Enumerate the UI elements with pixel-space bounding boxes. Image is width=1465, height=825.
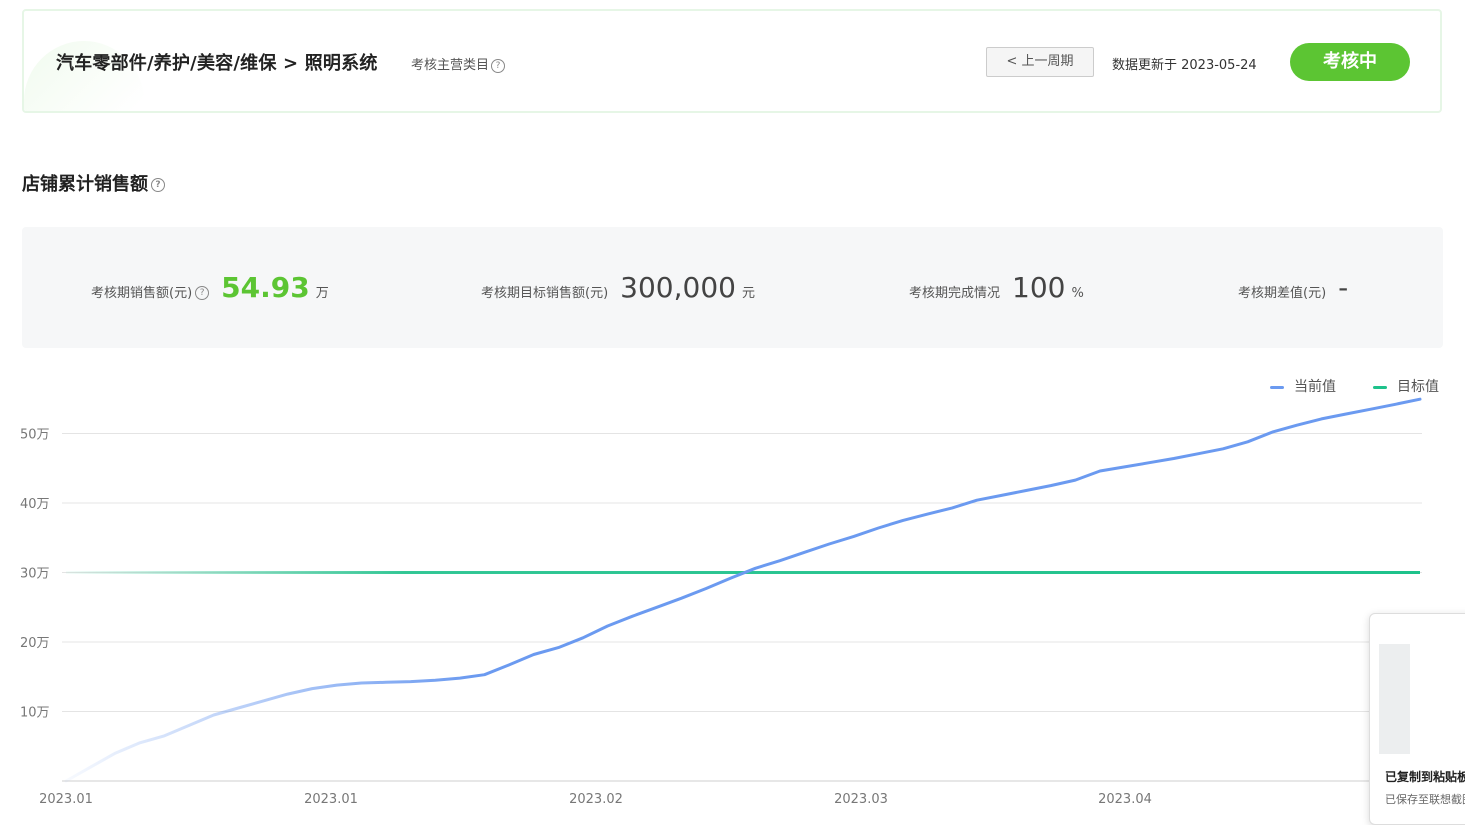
help-icon[interactable]: ?: [491, 58, 506, 73]
metric-completion-value: 100: [1012, 271, 1066, 304]
main-category-text: 考核主营类目: [411, 58, 490, 73]
y-tick-label: 10万: [20, 706, 50, 721]
x-tick-label: 2023.03: [834, 792, 888, 807]
metric-sales-unit: 万: [315, 286, 329, 301]
section-title-text: 店铺累计销售额: [22, 174, 148, 195]
toast-subtitle: 已保存至联想截图: [1385, 793, 1465, 806]
metric-difference: 考核期差值(元) -: [1238, 271, 1348, 304]
metric-completion-unit: %: [1071, 286, 1084, 301]
x-tick-label: 2023.01: [39, 792, 93, 807]
metric-sales-value: 54.93: [221, 271, 310, 304]
category-header-card: 汽车零部件/养护/美容/维保 > 照明系统 考核主营类目? < 上一周期 数据更…: [22, 9, 1442, 113]
metric-sales: 考核期销售额(元)? 54.93 万: [91, 271, 329, 304]
metric-difference-value: -: [1338, 271, 1349, 304]
assessment-status-button[interactable]: 考核中: [1290, 43, 1410, 81]
data-updated-text: 数据更新于 2023-05-24: [1112, 58, 1257, 73]
y-tick-label: 50万: [20, 428, 50, 443]
x-tick-label: 2023.02: [569, 792, 623, 807]
y-tick-label: 40万: [20, 497, 50, 512]
help-icon[interactable]: ?: [151, 178, 165, 192]
clipboard-toast[interactable]: 已复制到粘贴板 已保存至联想截图: [1369, 613, 1465, 825]
metric-completion-label: 考核期完成情况: [909, 286, 1001, 301]
toast-title: 已复制到粘贴板: [1385, 770, 1465, 784]
metrics-panel: 考核期销售额(元)? 54.93 万 考核期目标销售额(元) 300,000 元 考核期…: [22, 227, 1443, 348]
metric-target-value: 300,000: [620, 271, 736, 304]
previous-period-button[interactable]: < 上一周期: [986, 47, 1094, 77]
metric-target: 考核期目标销售额(元) 300,000 元: [481, 271, 755, 304]
x-tick-label: 2023.04: [1098, 792, 1152, 807]
help-icon[interactable]: ?: [195, 285, 210, 300]
current-value-line: [64, 397, 1422, 783]
metric-difference-label: 考核期差值(元): [1238, 286, 1327, 301]
y-tick-label: 30万: [20, 567, 50, 582]
x-tick-label: 2023.01: [304, 792, 358, 807]
category-breadcrumb: 汽车零部件/养护/美容/维保 > 照明系统: [56, 53, 378, 74]
sales-line-chart: 10万 20万 30万 40万 50万 2023.01 2023.01 2023.02 202…: [20, 397, 1422, 807]
metric-target-label: 考核期目标销售额(元): [481, 286, 609, 301]
main-category-label: 考核主营类目?: [411, 54, 506, 73]
y-tick-label: 20万: [20, 636, 50, 651]
metric-sales-label: 考核期销售额(元): [91, 286, 193, 301]
metric-target-unit: 元: [741, 286, 755, 301]
metric-completion: 考核期完成情况 100%: [909, 271, 1084, 304]
screenshot-thumbnail[interactable]: [1379, 644, 1465, 754]
section-title: 店铺累计销售额?: [22, 170, 165, 196]
